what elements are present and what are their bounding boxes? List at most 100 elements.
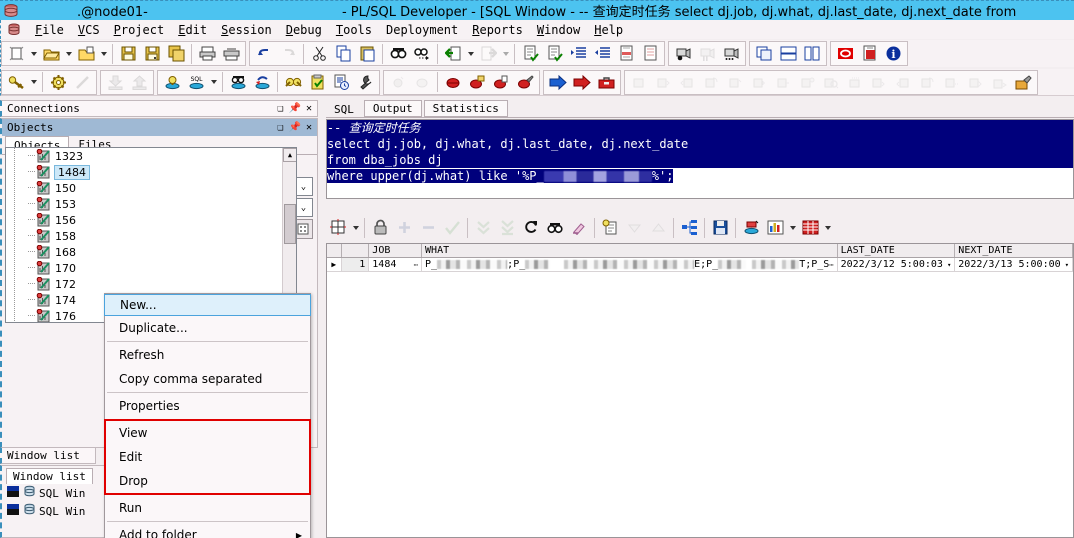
explain-plan-icon[interactable] bbox=[226, 71, 250, 94]
debug-config-icon[interactable] bbox=[1011, 71, 1035, 94]
grid-header-what[interactable]: WHAT bbox=[422, 244, 838, 257]
previous-icon[interactable] bbox=[441, 42, 465, 65]
oracle-icon[interactable] bbox=[833, 42, 857, 65]
comment-icon[interactable] bbox=[614, 42, 638, 65]
grid-table-icon[interactable] bbox=[798, 216, 822, 239]
menu-project[interactable]: Project bbox=[107, 21, 172, 39]
pin-icon[interactable]: 📌 bbox=[289, 103, 301, 114]
save-grid-icon[interactable] bbox=[708, 216, 732, 239]
execute-sql-icon[interactable]: SQL bbox=[184, 71, 208, 94]
grid-header-job[interactable]: JOB bbox=[369, 244, 423, 257]
execute-sql-dropdown[interactable] bbox=[208, 71, 219, 94]
list-item[interactable]: 150 bbox=[6, 180, 296, 196]
print-icon[interactable] bbox=[195, 42, 219, 65]
find-grid-icon[interactable] bbox=[543, 216, 567, 239]
list-item[interactable]: 158 bbox=[6, 228, 296, 244]
context-menu-item-refresh[interactable]: Refresh bbox=[105, 343, 310, 367]
tab-output[interactable]: Output bbox=[363, 100, 422, 117]
menu-edit[interactable]: Edit bbox=[171, 21, 214, 39]
context-menu[interactable]: New... Duplicate... Refresh Copy comma s… bbox=[104, 293, 311, 538]
grid-header-next-date[interactable]: NEXT_DATE bbox=[955, 244, 1073, 257]
key-login-dropdown[interactable] bbox=[28, 71, 39, 94]
save-as-icon[interactable] bbox=[140, 42, 164, 65]
break-session-icon[interactable] bbox=[250, 71, 274, 94]
context-menu-item-edit[interactable]: Edit bbox=[105, 445, 310, 469]
key-login-icon[interactable] bbox=[4, 71, 28, 94]
context-menu-item-copy-comma-separated[interactable]: Copy comma separated bbox=[105, 367, 310, 391]
beautify-icon[interactable] bbox=[542, 42, 566, 65]
open-recent-icon[interactable] bbox=[74, 42, 98, 65]
toolbox-icon[interactable] bbox=[594, 71, 618, 94]
structure-icon[interactable] bbox=[677, 216, 701, 239]
table-row[interactable]: ▶ 1 1484 ⋯ P_ ;P_ E;P_ T;P_S ⋯ 2022/3/12… bbox=[327, 258, 1073, 272]
context-menu-item-run[interactable]: Run bbox=[105, 496, 310, 520]
context-menu-item-properties[interactable]: Properties bbox=[105, 394, 310, 418]
grid-layout-icon[interactable] bbox=[326, 216, 350, 239]
new-document-icon[interactable] bbox=[4, 42, 28, 65]
breakpoint-folder-icon[interactable] bbox=[465, 71, 489, 94]
breakpoint-tool-icon[interactable] bbox=[513, 71, 537, 94]
tab-statistics[interactable]: Statistics bbox=[423, 100, 508, 117]
menu-debug[interactable]: Debug bbox=[279, 21, 329, 39]
restore-icon[interactable]: ❑ bbox=[277, 103, 283, 114]
gear-session-icon[interactable] bbox=[46, 71, 70, 94]
menu-help[interactable]: Help bbox=[587, 21, 630, 39]
context-menu-item-new[interactable]: New... bbox=[104, 294, 311, 316]
chevron-down-icon[interactable]: ⌄ bbox=[295, 199, 312, 216]
list-item[interactable]: 1323 bbox=[6, 148, 296, 164]
cell-what[interactable]: P_ ;P_ E;P_ T;P_S ⋯ bbox=[422, 258, 838, 271]
arrow-blue-right-icon[interactable] bbox=[546, 71, 570, 94]
context-menu-item-view[interactable]: View bbox=[105, 421, 310, 445]
close-icon[interactable]: ✕ bbox=[306, 103, 312, 114]
session-monitor-icon[interactable] bbox=[329, 71, 353, 94]
cell-last-date[interactable]: 2022/3/12 5:00:03 ▾ bbox=[838, 258, 956, 271]
chevron-down-icon[interactable]: ⌄ bbox=[295, 178, 312, 195]
open-folder-dropdown[interactable] bbox=[63, 42, 74, 65]
cell-next-date[interactable]: 2022/3/13 5:00:00 ▾ bbox=[955, 258, 1073, 271]
check-document-icon[interactable] bbox=[518, 42, 542, 65]
find-icon[interactable] bbox=[386, 42, 410, 65]
cut-icon[interactable] bbox=[307, 42, 331, 65]
print-preview-icon[interactable] bbox=[219, 42, 243, 65]
cascade-windows-icon[interactable] bbox=[752, 42, 776, 65]
chevron-down-icon[interactable]: ▾ bbox=[947, 261, 954, 269]
grid-header-last-date[interactable]: LAST_DATE bbox=[838, 244, 956, 257]
copy-grid-icon[interactable] bbox=[598, 216, 622, 239]
breakpoint-red-icon[interactable] bbox=[441, 71, 465, 94]
list-item[interactable]: 1484 bbox=[6, 164, 296, 180]
pdf-export-icon[interactable] bbox=[857, 42, 881, 65]
context-menu-item-drop[interactable]: Drop bbox=[105, 469, 310, 493]
context-menu-item-duplicate[interactable]: Duplicate... bbox=[105, 316, 310, 340]
results-grid[interactable]: JOB WHAT LAST_DATE NEXT_DATE ▶ 1 1484 ⋯ … bbox=[326, 243, 1074, 538]
outdent-icon[interactable] bbox=[590, 42, 614, 65]
clear-filter-icon[interactable] bbox=[567, 216, 591, 239]
cell-ellipsis-icon[interactable]: ⋯ bbox=[829, 261, 836, 269]
chart-dropdown[interactable] bbox=[787, 216, 798, 239]
list-item[interactable]: 153 bbox=[6, 196, 296, 212]
copy-icon[interactable] bbox=[331, 42, 355, 65]
list-item[interactable]: 170 bbox=[6, 260, 296, 276]
save-icon[interactable] bbox=[116, 42, 140, 65]
list-item[interactable]: 168 bbox=[6, 244, 296, 260]
cell-job[interactable]: 1484 ⋯ bbox=[369, 258, 423, 271]
about-info-icon[interactable]: i bbox=[881, 42, 905, 65]
list-item[interactable]: 156 bbox=[6, 212, 296, 228]
scrollbar-thumb[interactable] bbox=[284, 204, 296, 244]
open-folder-icon[interactable] bbox=[39, 42, 63, 65]
arrow-red-right-icon[interactable] bbox=[570, 71, 594, 94]
find-next-icon[interactable] bbox=[410, 42, 434, 65]
test-window-icon[interactable] bbox=[281, 71, 305, 94]
restore-icon[interactable]: ❑ bbox=[277, 122, 283, 133]
menu-reports[interactable]: Reports bbox=[465, 21, 530, 39]
chart-icon[interactable] bbox=[763, 216, 787, 239]
undo-icon[interactable] bbox=[252, 42, 276, 65]
save-all-icon[interactable] bbox=[164, 42, 188, 65]
previous-dropdown[interactable] bbox=[465, 42, 476, 65]
menu-file[interactable]: File bbox=[28, 21, 71, 39]
tile-vertical-icon[interactable] bbox=[800, 42, 824, 65]
grid-table-dropdown[interactable] bbox=[822, 216, 833, 239]
menu-vcs[interactable]: VCS bbox=[71, 21, 107, 39]
context-menu-item-add-to-folder[interactable]: Add to folder ▶ bbox=[105, 523, 310, 538]
tab-sql[interactable]: SQL bbox=[326, 102, 362, 117]
indent-icon[interactable] bbox=[566, 42, 590, 65]
